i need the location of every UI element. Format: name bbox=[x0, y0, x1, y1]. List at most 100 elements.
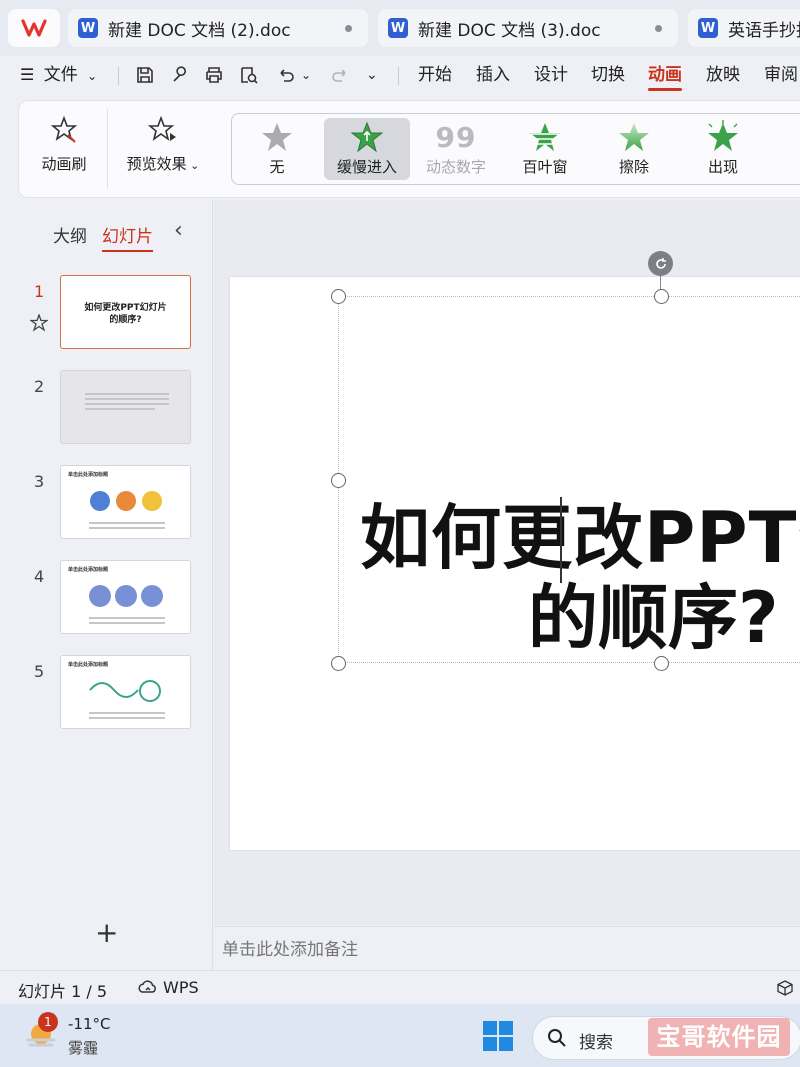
animation-painter-label: 动画刷 bbox=[41, 155, 87, 173]
thumbnail-circles-graphic bbox=[89, 585, 163, 607]
tab-title: 新建 DOC 文档 (2).doc bbox=[108, 20, 291, 41]
wps-logo-icon bbox=[21, 19, 47, 37]
title-bar: W 新建 DOC 文档 (2).doc W 新建 DOC 文档 (3).doc … bbox=[0, 0, 800, 56]
undo-icon[interactable] bbox=[276, 65, 296, 85]
word-doc-icon: W bbox=[388, 18, 408, 38]
tab-doc-english[interactable]: W 英语手抄报 bbox=[688, 9, 800, 47]
tab-doc-3[interactable]: W 新建 DOC 文档 (3).doc bbox=[378, 9, 678, 47]
tab-unsaved-dot[interactable] bbox=[655, 25, 662, 32]
effect-none[interactable]: 无 bbox=[234, 118, 320, 180]
effect-slow-enter[interactable]: 缓慢进入 bbox=[324, 118, 410, 180]
wps-home-button[interactable] bbox=[8, 9, 60, 47]
thumbnail-circles-graphic bbox=[90, 491, 162, 511]
notification-count: 1 bbox=[44, 1015, 52, 1029]
resize-handle[interactable] bbox=[331, 656, 346, 671]
slide-thumbnail-3[interactable]: 单击此处添加标题 bbox=[60, 465, 191, 539]
menu-design[interactable]: 设计 bbox=[534, 56, 568, 94]
effect-label: 无 bbox=[269, 158, 285, 176]
print-icon[interactable] bbox=[204, 65, 224, 85]
tab-slides[interactable]: 幻灯片 bbox=[102, 222, 153, 252]
menu-home[interactable]: 开始 bbox=[418, 56, 452, 94]
digits-icon: 99 bbox=[435, 120, 477, 154]
undo-dropdown-icon[interactable]: ⌄ bbox=[301, 56, 311, 94]
tab-title: 英语手抄报 bbox=[728, 20, 800, 41]
star-brush-icon bbox=[50, 115, 78, 143]
effect-label: 缓慢进入 bbox=[336, 158, 397, 176]
green-star-blinds-icon bbox=[530, 123, 560, 151]
resize-handle[interactable] bbox=[654, 289, 669, 304]
thumbnail-title-line2: 的顺序? bbox=[109, 315, 142, 325]
notes-placeholder[interactable]: 单击此处添加备注 bbox=[222, 935, 358, 960]
star-preview-icon bbox=[148, 115, 176, 141]
file-menu[interactable]: ☰ 文件 ⌄ bbox=[20, 56, 97, 94]
effect-appear[interactable]: 出现 bbox=[680, 118, 766, 180]
thumbnail-wave-graphic bbox=[89, 680, 161, 702]
rotate-handle-icon[interactable] bbox=[648, 251, 673, 276]
thumbnail-text-line bbox=[89, 617, 165, 619]
text-caret bbox=[560, 497, 562, 583]
save-icon[interactable] bbox=[135, 65, 155, 85]
add-slide-button[interactable]: + bbox=[95, 916, 118, 949]
preview-effect-button[interactable]: 预览效果 ⌄ bbox=[123, 113, 203, 174]
weather-condition[interactable]: 雾霾 bbox=[68, 1037, 98, 1058]
format-painter-icon[interactable] bbox=[170, 65, 190, 85]
notification-badge: 1 bbox=[38, 1012, 58, 1032]
word-doc-icon: W bbox=[78, 18, 98, 38]
temperature[interactable]: -11°C bbox=[68, 1015, 110, 1033]
thumbnail-title-line1: 如何更改PPT幻灯片 bbox=[84, 303, 167, 313]
tab-unsaved-dot[interactable] bbox=[345, 25, 352, 32]
slide-thumbnail-5[interactable]: 单击此处添加标题 bbox=[60, 655, 191, 729]
slide-number: 3 bbox=[34, 472, 45, 491]
thumbnail-text-line bbox=[85, 408, 155, 410]
resize-handle[interactable] bbox=[331, 289, 346, 304]
slide-thumbnail-1[interactable]: 如何更改PPT幻灯片 的顺序? bbox=[60, 275, 191, 349]
print-preview-icon[interactable] bbox=[239, 65, 259, 85]
divider bbox=[398, 67, 399, 85]
chevron-down-icon: ⌄ bbox=[87, 69, 98, 83]
app-name[interactable]: WPS bbox=[163, 978, 199, 997]
menu-review[interactable]: 审阅 bbox=[764, 56, 798, 94]
slide-number: 5 bbox=[34, 662, 45, 681]
tab-outline[interactable]: 大纲 bbox=[53, 222, 87, 247]
effect-blinds[interactable]: 百叶窗 bbox=[502, 118, 588, 180]
file-menu-label: 文件 bbox=[43, 65, 78, 85]
animation-ribbon: 动画刷 预览效果 ⌄ 无 缓慢进入 99 动态数字 百叶窗 擦除 出现 bbox=[18, 100, 800, 198]
effect-label: 动态数字 bbox=[425, 158, 486, 176]
thumbnail-text-line bbox=[85, 393, 169, 395]
rotate-stem bbox=[660, 276, 661, 290]
animation-star-icon bbox=[30, 314, 48, 332]
collapse-panel-icon[interactable]: ‹ bbox=[174, 218, 183, 243]
slide-title-line1[interactable]: 如何更改PPT幻 bbox=[360, 500, 800, 576]
menu-animation[interactable]: 动画 bbox=[648, 56, 682, 94]
slide-title-line2[interactable]: 的顺序? bbox=[528, 580, 779, 656]
menu-slideshow[interactable]: 放映 bbox=[706, 56, 740, 94]
more-chevron-icon[interactable]: ⌄ bbox=[366, 56, 378, 94]
search-icon bbox=[548, 1029, 566, 1047]
slide-thumbnail-4[interactable]: 单击此处添加标题 bbox=[60, 560, 191, 634]
effect-wipe[interactable]: 擦除 bbox=[591, 118, 677, 180]
slide-thumbnail-2[interactable] bbox=[60, 370, 191, 444]
animation-effects-gallery: 无 缓慢进入 99 动态数字 百叶窗 擦除 出现 bbox=[231, 113, 800, 185]
menu-transition[interactable]: 切换 bbox=[591, 56, 625, 94]
thumbnail-text-line bbox=[89, 717, 165, 719]
redo-icon[interactable] bbox=[330, 65, 350, 85]
thumbnail-text-line bbox=[89, 622, 165, 624]
menu-insert[interactable]: 插入 bbox=[476, 56, 510, 94]
slide-number: 2 bbox=[34, 377, 45, 396]
notes-pane[interactable]: 单击此处添加备注 bbox=[214, 926, 800, 970]
tab-doc-2[interactable]: W 新建 DOC 文档 (2).doc bbox=[68, 9, 368, 47]
slide-number: 4 bbox=[34, 567, 45, 586]
tab-title: 新建 DOC 文档 (3).doc bbox=[418, 20, 601, 41]
thumbnail-heading: 单击此处添加标题 bbox=[68, 472, 109, 478]
animation-painter-button[interactable]: 动画刷 bbox=[39, 113, 89, 174]
search-placeholder: 搜索 bbox=[579, 1033, 613, 1053]
thumbnail-text-line bbox=[89, 712, 165, 714]
resize-handle[interactable] bbox=[331, 473, 346, 488]
green-star-burst-icon bbox=[708, 120, 738, 151]
site-watermark: 宝哥软件园 bbox=[648, 1018, 790, 1056]
effect-dynamic-number[interactable]: 99 动态数字 bbox=[413, 118, 499, 180]
thumbnail-heading: 单击此处添加标题 bbox=[68, 662, 109, 668]
thumbnail-title: 如何更改PPT幻灯片 的顺序? bbox=[61, 302, 190, 326]
windows-start-icon[interactable] bbox=[482, 1020, 514, 1052]
box-icon[interactable] bbox=[776, 979, 794, 997]
